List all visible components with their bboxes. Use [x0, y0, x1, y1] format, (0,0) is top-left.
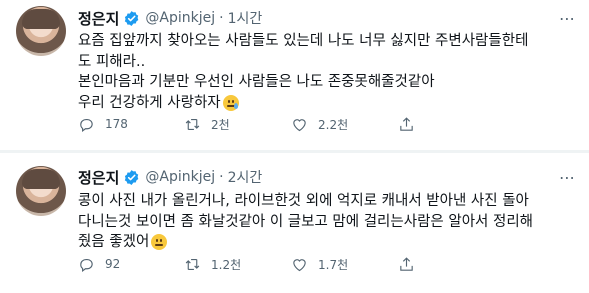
tweet[interactable]: 정은지 @Apinkjej · 1시간 ⋯ 요즘 집앞까지 찾아오는 사람들도 … — [0, 0, 589, 151]
tweet-text-line: 다니는것 보이면 좀 화날것같아 이 글보고 맘에 걸리는사람은 알아서 정리해 — [78, 213, 534, 230]
timestamp[interactable]: 2시간 — [228, 167, 263, 187]
tweet-text-line: 콩이 사진 내가 올린거나, 라이브한것 외에 억지로 캐내서 받아낸 사진 돌… — [78, 193, 529, 209]
handle[interactable]: @Apinkjej — [145, 10, 215, 26]
retweet-count: 2천 — [211, 117, 230, 132]
retweet-icon — [185, 258, 200, 270]
avatar[interactable] — [16, 6, 66, 56]
tweet-text-line: 도 피해라.. — [78, 53, 146, 70]
more-icon[interactable]: ⋯ — [559, 9, 576, 28]
like-count: 1.7천 — [318, 257, 349, 272]
reply-button[interactable]: 178 — [78, 116, 128, 133]
crying-face-emoji-icon — [222, 94, 239, 111]
retweet-button[interactable]: 1.2천 — [184, 256, 241, 273]
tweet-text-line: 요즘 집앞까지 찾아오는 사람들도 있는데 나도 너무 싫지만 주변사람들한테 — [78, 33, 529, 49]
like-button[interactable]: 1.7천 — [291, 256, 348, 273]
tweet[interactable]: 정은지 @Apinkjej · 2시간 ⋯ 콩이 사진 내가 올린거나, 라이브… — [0, 153, 589, 293]
reply-button[interactable]: 92 — [78, 256, 120, 273]
tweet-text: 요즘 집앞까지 찾아오는 사람들도 있는데 나도 너무 싫지만 주변사람들한테 … — [78, 31, 578, 113]
share-icon — [400, 256, 413, 271]
verified-badge-icon — [125, 169, 139, 185]
reply-count: 178 — [105, 117, 128, 131]
handle[interactable]: @Apinkjej — [145, 169, 215, 185]
more-icon[interactable]: ⋯ — [559, 168, 576, 187]
reply-count: 92 — [105, 257, 121, 271]
like-icon — [293, 118, 306, 131]
separator: · — [219, 10, 224, 26]
share-button[interactable] — [398, 116, 415, 133]
avatar[interactable] — [16, 166, 66, 216]
like-button[interactable]: 2.2천 — [291, 116, 348, 133]
timestamp[interactable]: 1시간 — [228, 8, 263, 28]
reply-icon — [80, 118, 93, 132]
neutral-face-emoji-icon — [151, 234, 168, 251]
like-icon — [293, 258, 306, 271]
share-icon — [400, 116, 413, 131]
tweet-text-line: 우리 건강하게 사랑하자 — [78, 94, 221, 111]
display-name[interactable]: 정은지 — [78, 167, 119, 188]
like-count: 2.2천 — [318, 117, 349, 132]
reply-icon — [80, 258, 93, 272]
tweet-text-line: 줬음 좋겠어 — [78, 234, 150, 250]
tweet-text: 콩이 사진 내가 올린거나, 라이브한것 외에 억지로 캐내서 받아낸 사진 돌… — [78, 191, 578, 253]
tweet-header: 정은지 @Apinkjej · 1시간 — [78, 8, 262, 28]
tweet-text-line: 본인마음과 기분만 우선인 사람들은 나도 존중못해줄것같아 — [78, 74, 435, 90]
retweet-icon — [185, 118, 200, 130]
verified-badge-icon — [125, 10, 139, 26]
separator: · — [219, 169, 224, 185]
retweet-button[interactable]: 2천 — [184, 116, 230, 133]
share-button[interactable] — [398, 256, 415, 273]
tweet-header: 정은지 @Apinkjej · 2시간 — [78, 167, 262, 187]
display-name[interactable]: 정은지 — [78, 8, 119, 29]
retweet-count: 1.2천 — [211, 257, 242, 272]
